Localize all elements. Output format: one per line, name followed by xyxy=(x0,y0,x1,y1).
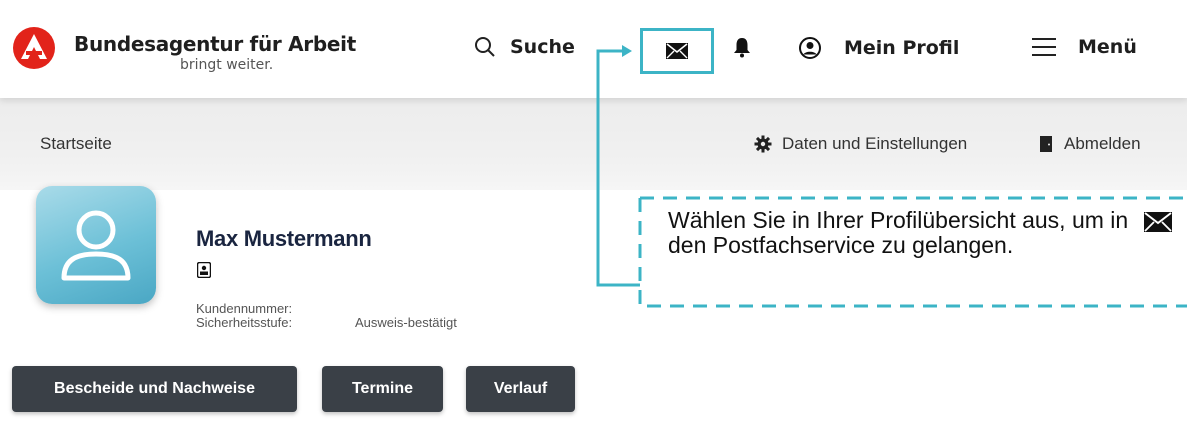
history-button[interactable]: Verlauf xyxy=(466,366,575,412)
instruction-callout: Wählen Sie in Ihrer Profilübersicht aus,… xyxy=(640,198,1187,306)
id-card-icon xyxy=(197,262,211,278)
search-label: Suche xyxy=(510,36,575,58)
door-icon xyxy=(1040,136,1052,152)
notifications-button[interactable] xyxy=(733,36,751,58)
hamburger-icon xyxy=(1032,38,1056,56)
brand-tagline: bringt weiter. xyxy=(180,57,274,73)
avatar xyxy=(36,186,156,304)
settings-label: Daten und Einstellungen xyxy=(782,134,968,153)
profile-label: Mein Profil xyxy=(844,37,960,59)
settings-link[interactable]: Daten und Einstellungen xyxy=(754,134,967,154)
logout-label: Abmelden xyxy=(1064,134,1141,153)
ba-logo-icon[interactable] xyxy=(12,26,56,70)
sub-navigation-bar: Startseite Daten und Einstellungen Abmel… xyxy=(0,98,1187,190)
security-level-value: Ausweis-bestätigt xyxy=(355,315,457,330)
bell-icon xyxy=(734,38,750,58)
user-silhouette-icon xyxy=(61,210,131,281)
profile-button[interactable]: Mein Profil xyxy=(798,36,959,60)
security-level-label: Sicherheitsstufe: xyxy=(196,315,293,330)
search-icon xyxy=(475,37,495,57)
documents-button[interactable]: Bescheide und Nachweise xyxy=(12,366,297,412)
breadcrumb[interactable]: Startseite xyxy=(40,134,112,154)
user-name: Max Mustermann xyxy=(196,226,372,251)
gear-icon xyxy=(754,135,772,153)
logout-link[interactable]: Abmelden xyxy=(1040,134,1141,154)
brand[interactable]: Bundesagentur für Arbeit bringt weiter. xyxy=(74,32,356,73)
menu-label: Menü xyxy=(1078,36,1137,58)
callout-text: Wählen Sie in Ihrer Profilübersicht aus,… xyxy=(668,207,1129,258)
brand-name: Bundesagentur für Arbeit xyxy=(74,32,356,56)
customer-number-label: Kundennummer: xyxy=(196,301,293,316)
envelope-icon xyxy=(1144,212,1172,232)
site-header: Bundesagentur für Arbeit bringt weiter. … xyxy=(0,0,1187,98)
user-circle-icon xyxy=(799,37,821,59)
appointments-button[interactable]: Termine xyxy=(322,366,443,412)
mailbox-button[interactable] xyxy=(640,28,714,74)
search-button[interactable]: Suche xyxy=(474,36,575,58)
envelope-icon xyxy=(666,43,688,59)
menu-button[interactable]: Menü xyxy=(1032,36,1137,58)
